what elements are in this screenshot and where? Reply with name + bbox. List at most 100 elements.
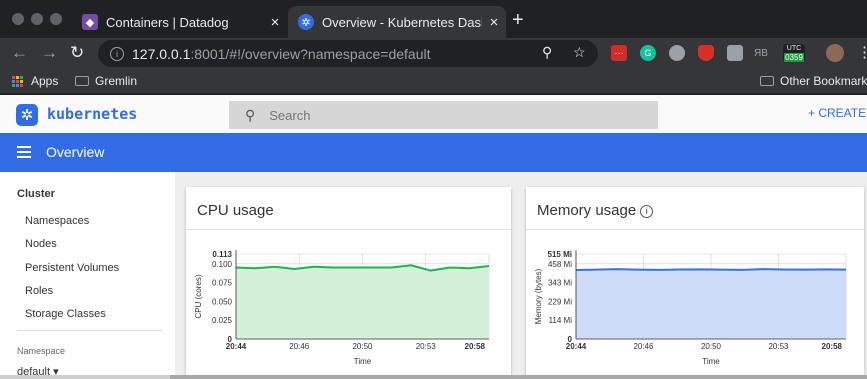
utc-clock-extension[interactable]: UTC 0359 [783, 44, 805, 62]
x-tick-label: 20:50 [701, 342, 722, 351]
x-tick-label: 20:53 [416, 342, 437, 351]
site-info-icon[interactable]: i [110, 46, 124, 61]
new-tab-button[interactable]: + [512, 9, 524, 32]
shield-extension-icon[interactable] [698, 45, 714, 61]
memory-usage-chart: 0114 Mi229 Mi343 Mi458 Mi515 Mi20:44 20:4… [534, 250, 847, 366]
info-icon[interactable]: i [640, 205, 654, 218]
page-title: Overview [46, 144, 105, 160]
kubernetes-helm-icon: ✲ [298, 14, 314, 30]
browser-menu-icon[interactable]: ⋮ [857, 43, 867, 61]
bookmarks-bar: Apps Gremlin Other Bookmarks [0, 68, 867, 94]
sidebar-heading-cluster[interactable]: Cluster [17, 188, 55, 200]
title-bar: Overview [0, 133, 867, 172]
lastpass-icon[interactable]: ··· [611, 45, 627, 61]
x-tick-label: 20:53 [768, 342, 789, 351]
sidebar-divider [17, 330, 162, 331]
card-title: CPU usage [197, 202, 274, 219]
bookmark-label: Apps [31, 74, 59, 88]
area-fill [576, 269, 846, 339]
cpu-usage-card: CPU usage 0 0.025 0.050 0.075 0.100 0.113 20:4… [186, 187, 511, 379]
y-tick-label: 0.050 [212, 297, 233, 306]
horizontal-scrollbar-thumb[interactable] [170, 375, 867, 379]
tab-close-icon[interactable]: × [263, 14, 287, 31]
clock-time: 0359 [784, 52, 804, 62]
bookmark-apps[interactable]: Apps [12, 74, 58, 88]
x-tick-label: 20:58 [822, 342, 843, 351]
folder-icon [75, 76, 89, 86]
y-tick-label: 458 Mi [548, 260, 572, 269]
window-close-icon[interactable] [12, 13, 24, 25]
window-zoom-icon[interactable] [50, 13, 62, 25]
create-button[interactable]: + CREATE [808, 106, 866, 120]
y-tick-label: 0.075 [212, 279, 233, 288]
x-tick-label: 20:46 [633, 342, 654, 351]
memory-usage-card: Memory usage i 0 114 Mi 229 Mi 343 Mi 458 Mi 5… [526, 187, 864, 379]
bookmark-label: Other Bookmarks [780, 74, 867, 88]
sidebar-item-nodes[interactable]: Nodes [25, 238, 57, 250]
bookmark-gremlin[interactable]: Gremlin [75, 74, 137, 88]
sidebar-item-persistent-volumes[interactable]: Persistent Volumes [25, 262, 119, 274]
address-host: 127.0.0.1 [132, 45, 191, 62]
hamburger-menu-icon[interactable] [17, 146, 31, 161]
cpu-usage-chart: 00.0250.0500.0750.1000.11320:44 20:46 20:5… [194, 250, 490, 366]
clock-zone: UTC [786, 44, 802, 52]
brand-name[interactable]: kubernetes [47, 105, 137, 123]
search-input[interactable]: ⚲ Search [229, 101, 658, 129]
x-axis-label: Time [354, 357, 372, 366]
grammarly-icon[interactable]: G [640, 45, 656, 61]
tab-title: Containers | Datadog [106, 14, 229, 30]
bookmark-star-icon[interactable]: ☆ [573, 44, 586, 61]
sidebar-item-storage-classes[interactable]: Storage Classes [25, 308, 106, 320]
folder-icon [760, 76, 774, 86]
browser-tab-strip: ◆ Containers | Datadog × ✲ Overview - Ku… [0, 0, 867, 38]
browser-toolbar: ← → ↻ i 127.0.0.1:8001/#!/overview?names… [0, 38, 867, 68]
bookmark-label: Gremlin [95, 74, 138, 88]
tab-kubernetes-dashboard[interactable]: ✲ Overview - Kubernetes Dashboard × [288, 6, 506, 38]
x-tick-label: 20:44 [566, 342, 587, 351]
card-separator [526, 229, 864, 230]
kubernetes-logo-icon[interactable]: ✲ [16, 104, 38, 126]
hexagon-extension-icon[interactable] [727, 45, 743, 61]
y-tick-label: 229 Mi [548, 297, 572, 306]
y-tick-label: 515 Mi [548, 250, 572, 259]
tab-title: Overview - Kubernetes Dashboard [322, 14, 482, 30]
area-fill [236, 265, 489, 339]
address-path: :8001/#!/overview?namespace=default [190, 45, 431, 62]
sidebar: Cluster Namespaces Nodes Persistent Volu… [0, 172, 175, 379]
card-title: Memory usage i [537, 202, 654, 219]
datadog-dog-icon: ◆ [82, 14, 98, 30]
x-tick-label: 20:44 [226, 342, 247, 351]
x-tick-label: 20:50 [352, 342, 373, 351]
apps-grid-icon [12, 75, 23, 87]
forward-icon[interactable]: → [41, 43, 58, 63]
y-tick-label: 0.113 [212, 250, 232, 259]
tab-close-icon[interactable]: × [482, 14, 506, 31]
sidebar-item-roles[interactable]: Roles [25, 285, 53, 297]
card-title-text: Memory usage [537, 202, 637, 219]
search-placeholder: Search [269, 107, 311, 123]
reload-icon[interactable]: ↻ [70, 43, 84, 63]
sidebar-item-namespaces[interactable]: Namespaces [25, 215, 89, 227]
bookmark-other[interactable]: Other Bookmarks [760, 74, 867, 88]
y-tick-label: 0.025 [212, 316, 233, 325]
tab-datadog[interactable]: ◆ Containers | Datadog × [72, 6, 287, 38]
circle-extension-icon[interactable] [669, 45, 685, 61]
window-minimize-icon[interactable] [31, 13, 43, 25]
y-tick-label: 114 Mi [549, 316, 573, 325]
dashboard-header: ✲ kubernetes ⚲ Search + CREATE [0, 95, 867, 133]
zoom-search-icon[interactable]: ⚲ [542, 44, 552, 61]
y-axis-label: Memory (bytes) [534, 268, 543, 324]
back-icon[interactable]: ← [11, 43, 28, 63]
y-tick-label: 343 Mi [548, 279, 572, 288]
series-line [575, 268, 847, 272]
y-axis-label: CPU (cores) [194, 274, 203, 318]
profile-avatar[interactable] [826, 44, 844, 62]
search-icon: ⚲ [245, 106, 256, 123]
dashboard-page: ✲ kubernetes ⚲ Search + CREATE Overview … [0, 95, 867, 379]
address-bar[interactable]: i 127.0.0.1:8001/#!/overview?namespace=d… [98, 40, 598, 67]
x-tick-label: 20:58 [465, 342, 486, 351]
yb-extension-icon[interactable]: ЯB [753, 45, 769, 61]
x-axis-label: Time [702, 357, 720, 366]
card-separator [186, 229, 511, 230]
x-tick-label: 20:46 [289, 342, 310, 351]
